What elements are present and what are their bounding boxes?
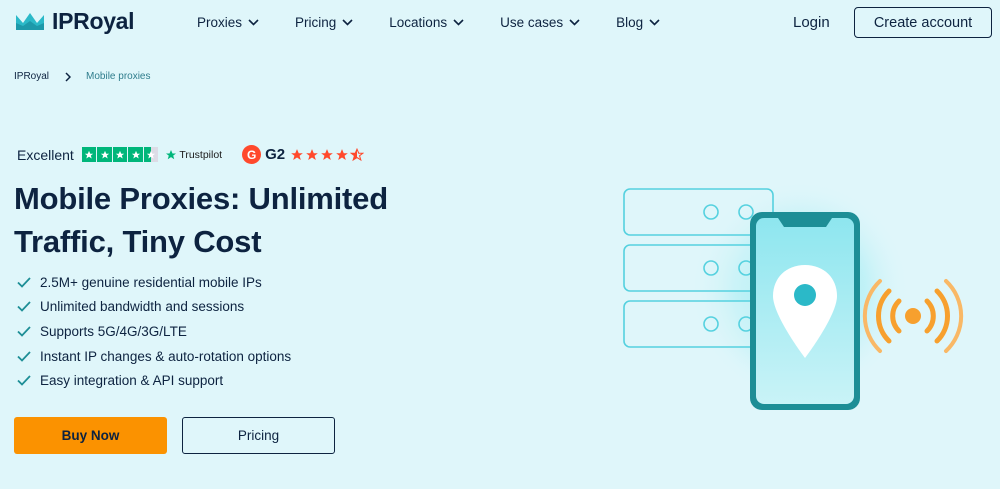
nav-item-proxies[interactable]: Proxies (197, 15, 259, 30)
breadcrumb: IPRoyal Mobile proxies (14, 71, 151, 82)
trustpilot-brand-text: Trustpilot (179, 148, 223, 161)
list-item: Easy integration & API support (17, 368, 291, 393)
mobile-proxy-illustration (623, 180, 964, 410)
nav-item-label: Blog (616, 15, 644, 30)
star-half-icon (143, 147, 159, 162)
nav-item-label: Proxies (197, 15, 243, 30)
check-icon (17, 326, 31, 337)
trustpilot-logo: Trustpilot (165, 149, 222, 161)
ratings-bar: Excellent Trustpilot G G2 (17, 145, 365, 164)
chevron-down-icon (649, 19, 660, 26)
main-nav: Proxies Pricing Locations Use cases Blog (197, 15, 696, 30)
site-header: IPRoyal Proxies Pricing Locations Use ca… (0, 0, 1000, 45)
check-icon (17, 350, 31, 362)
breadcrumb-home[interactable]: IPRoyal (14, 71, 49, 82)
star-icon (81, 147, 97, 162)
buy-now-button[interactable]: Buy Now (14, 417, 167, 454)
check-icon (17, 301, 31, 313)
star-icon (128, 147, 143, 162)
trustpilot-star-icon (166, 149, 177, 159)
nav-item-label: Use cases (500, 15, 564, 30)
chevron-down-icon (248, 19, 259, 26)
nav-item-use-cases[interactable]: Use cases (500, 15, 580, 30)
trustpilot-rating-label: Excellent (17, 146, 74, 163)
login-link[interactable]: Login (793, 14, 830, 31)
feature-text: Supports 5G/4G/3G/LTE (40, 323, 187, 339)
feature-text: Easy integration & API support (40, 373, 224, 389)
pricing-button[interactable]: Pricing (182, 417, 335, 454)
breadcrumb-current: Mobile proxies (86, 71, 151, 82)
logo[interactable]: IPRoyal (14, 8, 135, 35)
feature-text: Instant IP changes & auto-rotation optio… (40, 348, 292, 364)
star-icon (291, 148, 303, 160)
g2-label: G2 (265, 146, 286, 163)
trustpilot-stars (81, 147, 159, 162)
chevron-down-icon (569, 19, 580, 26)
create-account-button[interactable]: Create account (854, 7, 992, 38)
star-icon (321, 148, 333, 160)
list-item: Unlimited bandwidth and sessions (17, 295, 291, 320)
nav-item-pricing[interactable]: Pricing (295, 15, 353, 30)
chevron-down-icon (342, 19, 353, 26)
chevron-down-icon (453, 19, 464, 26)
logo-text: IPRoyal (52, 8, 135, 34)
list-item: Supports 5G/4G/3G/LTE (17, 319, 291, 344)
star-icon (97, 147, 112, 162)
check-icon (17, 277, 31, 288)
feature-text: 2.5M+ genuine residential mobile IPs (40, 274, 262, 290)
nav-item-label: Pricing (295, 15, 337, 30)
nav-item-label: Locations (389, 15, 448, 30)
g2-stars (290, 147, 365, 162)
crown-icon (16, 12, 44, 30)
page-title: Mobile Proxies: Unlimited Traffic, Tiny … (14, 181, 388, 259)
star-icon (306, 148, 318, 160)
star-icon (112, 147, 128, 162)
feature-list: 2.5M+ genuine residential mobile IPs Unl… (17, 270, 291, 393)
star-icon (336, 148, 348, 160)
chevron-right-icon (65, 71, 72, 82)
feature-text: Unlimited bandwidth and sessions (40, 299, 245, 315)
list-item: 2.5M+ genuine residential mobile IPs (17, 270, 291, 295)
nav-item-blog[interactable]: Blog (616, 15, 660, 30)
nav-item-locations[interactable]: Locations (389, 15, 464, 30)
star-half-icon (350, 147, 365, 161)
g2-logo-icon: G (242, 145, 262, 164)
list-item: Instant IP changes & auto-rotation optio… (17, 344, 291, 369)
check-icon (17, 375, 31, 386)
